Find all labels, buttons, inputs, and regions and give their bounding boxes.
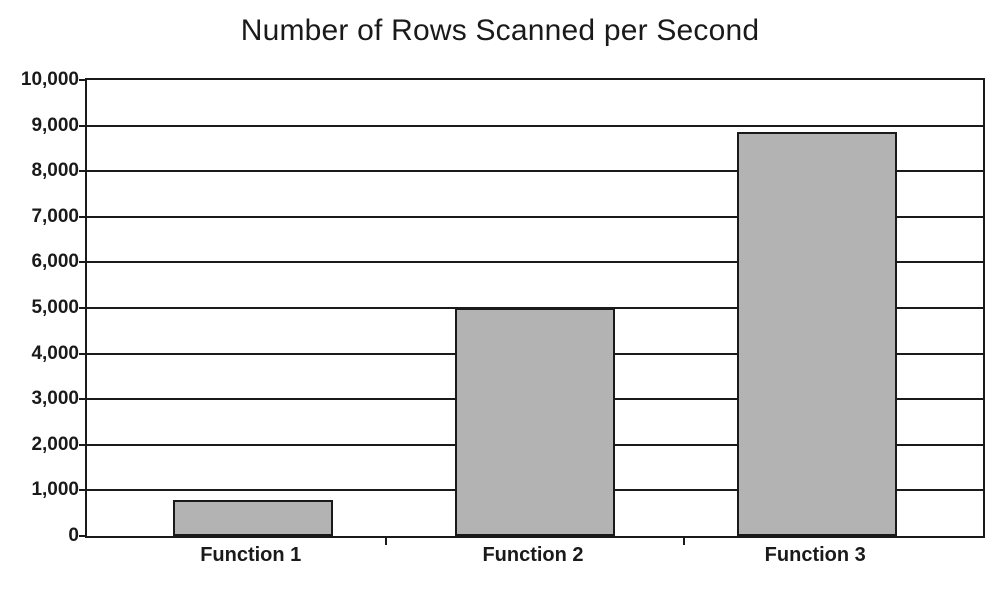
y-tickmark bbox=[79, 216, 87, 218]
y-tickmark bbox=[79, 535, 87, 537]
y-tickmark bbox=[79, 489, 87, 491]
y-tick-label: 1,000 bbox=[31, 479, 79, 501]
y-tickmark bbox=[79, 353, 87, 355]
y-tick-label: 8,000 bbox=[31, 160, 79, 182]
x-axis-labels: Function 1 Function 2 Function 3 bbox=[85, 544, 985, 574]
y-tick-label: 6,000 bbox=[31, 251, 79, 273]
y-tickmark bbox=[79, 170, 87, 172]
x-label: Function 3 bbox=[765, 544, 866, 567]
x-label: Function 1 bbox=[200, 544, 301, 567]
y-tick-label: 9,000 bbox=[31, 115, 79, 137]
bar-function-2 bbox=[455, 308, 615, 536]
y-axis: 01,0002,0003,0004,0005,0006,0007,0008,00… bbox=[0, 78, 85, 538]
y-tickmark bbox=[79, 125, 87, 127]
bar-function-1 bbox=[173, 500, 333, 536]
y-tick-label: 0 bbox=[68, 525, 79, 547]
y-tick-label: 3,000 bbox=[31, 388, 79, 410]
x-label: Function 2 bbox=[482, 544, 583, 567]
gridline bbox=[87, 125, 983, 127]
y-tickmark bbox=[79, 307, 87, 309]
bar-function-3 bbox=[737, 132, 897, 536]
chart-title: Number of Rows Scanned per Second bbox=[0, 0, 1000, 48]
y-tick-label: 5,000 bbox=[31, 297, 79, 319]
plot-area bbox=[85, 78, 985, 538]
y-tick-label: 2,000 bbox=[31, 434, 79, 456]
y-tickmark bbox=[79, 79, 87, 81]
chart-container: 0 1,000 2,000 3,000 4,000 5,000 6,000 7,000 8,00… bbox=[0, 48, 1000, 578]
y-tickmark bbox=[79, 444, 87, 446]
y-tick-label: 4,000 bbox=[31, 343, 79, 365]
y-tickmark bbox=[79, 261, 87, 263]
y-tick-label: 10,000 bbox=[21, 69, 79, 91]
y-tick-label: 7,000 bbox=[31, 206, 79, 228]
y-tickmark bbox=[79, 398, 87, 400]
